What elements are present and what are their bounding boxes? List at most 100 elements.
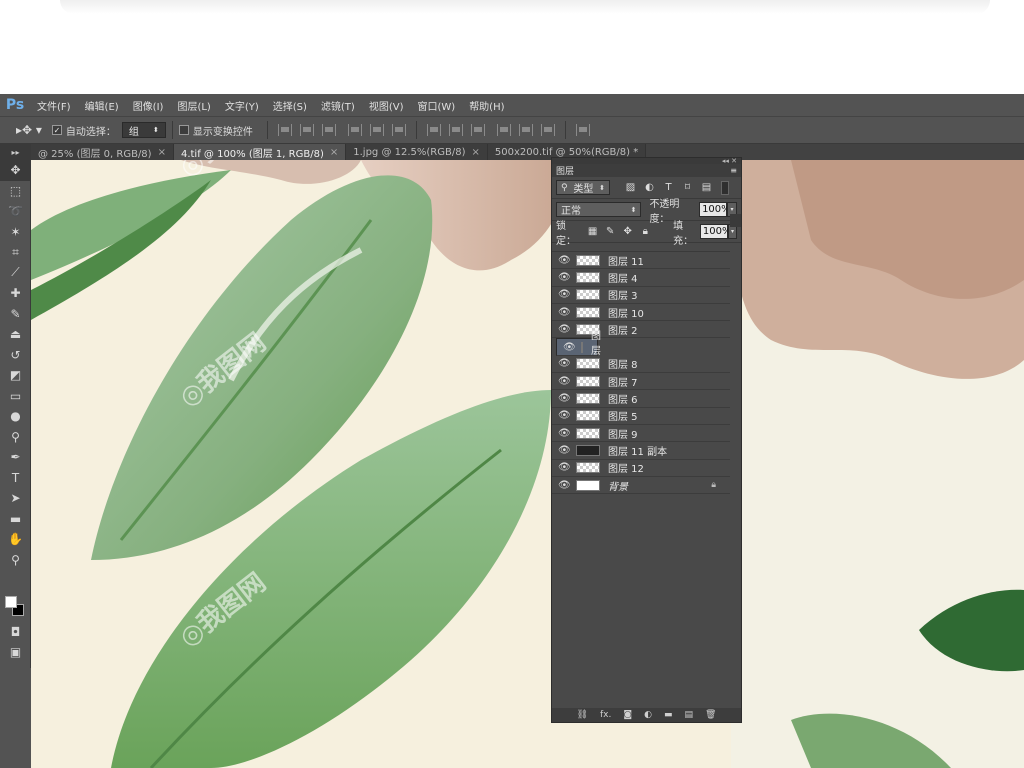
visibility-eye-icon[interactable]: 👁︎ [558,428,571,439]
visibility-eye-icon[interactable]: 👁︎ [558,462,571,473]
clone-stamp-tool-icon[interactable]: ⏏ [0,324,31,345]
align-hcenter-icon[interactable] [369,124,384,136]
visibility-eye-icon[interactable]: 👁︎ [558,358,571,369]
transform-controls-option[interactable]: 显示变换控件 [178,123,253,138]
layer-name[interactable]: 图层 3 [608,287,730,302]
distribute-left-icon[interactable] [496,124,511,136]
zoom-tool-icon[interactable]: ⚲ [0,550,31,571]
foreground-color-swatch[interactable] [5,596,17,608]
align-vcenter-icon[interactable] [299,124,314,136]
layer-row[interactable]: 👁︎ 背景 🔒︎ [552,477,730,495]
menu-select[interactable]: 选择(S) [266,98,314,113]
distribute-top-icon[interactable] [426,124,441,136]
menu-filter[interactable]: 滤镜(T) [314,98,362,113]
visibility-eye-icon[interactable]: 👁︎ [558,445,571,456]
opacity-input[interactable]: 100% [699,202,731,217]
align-right-icon[interactable] [391,124,406,136]
hand-tool-icon[interactable]: ✋ [0,529,31,550]
gradient-tool-icon[interactable]: ▭ [0,386,31,407]
layer-row[interactable]: 👁︎ 图层 4 [552,269,730,287]
layer-name[interactable]: 图层 10 [608,305,730,320]
dodge-tool-icon[interactable]: ⚲ [0,427,31,448]
panel-menu-icon[interactable]: ≡ [730,166,737,175]
eyedropper-tool-icon[interactable]: ⟋ [0,263,31,284]
close-icon[interactable]: × [330,147,338,158]
layer-name[interactable]: 图层 7 [608,374,730,389]
visibility-eye-icon[interactable]: 👁︎ [563,342,576,353]
blur-tool-icon[interactable]: ● [0,406,31,427]
eraser-tool-icon[interactable]: ◩ [0,365,31,386]
tab-document-2[interactable]: 4.tif @ 100% (图层 1, RGB/8) × [173,144,347,160]
layer-name[interactable]: 图层 8 [608,356,730,371]
lasso-tool-icon[interactable]: ➰ [0,201,31,222]
distribute-bottom-icon[interactable] [470,124,485,136]
lock-image-icon[interactable]: ✎ [604,226,616,237]
menu-image[interactable]: 图像(I) [126,98,171,113]
visibility-eye-icon[interactable]: 👁︎ [558,272,571,283]
visibility-eye-icon[interactable]: 👁︎ [558,289,571,300]
adjustment-filter-icon[interactable]: ◐ [643,182,656,193]
layer-name[interactable]: 背景 [608,478,711,493]
distribute-vcenter-icon[interactable] [448,124,463,136]
layer-row[interactable]: 👁︎ 图层 5 [552,408,730,425]
magic-wand-tool-icon[interactable]: ✶ [0,222,31,243]
auto-align-icon[interactable] [575,124,590,136]
transform-controls-checkbox[interactable] [178,125,189,135]
scrollbar[interactable] [730,214,741,227]
auto-select-option[interactable]: ✓ 自动选择： 组 ⬍ [51,122,166,138]
canvas[interactable]: ◎我图网 ◎我图网 ◎我图网 ◎我图网 ◎我图网 ◎我图网 [31,160,1024,768]
layer-name[interactable]: 图层 11 [608,253,730,268]
auto-select-dropdown[interactable]: 组 ⬍ [121,122,166,138]
visibility-eye-icon[interactable]: 👁︎ [558,393,571,404]
layer-name[interactable]: 图层 9 [608,426,730,441]
layer-row[interactable]: 👁︎ 图层 2 [552,321,730,339]
visibility-eye-icon[interactable]: 👁︎ [558,410,571,421]
layer-row[interactable]: 👁︎ 图层 9 [552,425,730,443]
healing-brush-tool-icon[interactable]: ✚ [0,283,31,304]
close-icon[interactable]: × [471,147,479,158]
link-icon[interactable]: ⛓ [577,710,588,720]
layer-row[interactable]: 👁︎ 图层 10 [552,304,730,322]
type-filter-icon[interactable]: T [662,182,675,193]
menu-view[interactable]: 视图(V) [362,98,411,113]
lock-all-icon[interactable]: 🔒︎ [640,226,652,237]
lock-transparent-icon[interactable]: ▦ [587,226,599,237]
adjustment-icon[interactable]: ◐ [644,710,652,720]
layer-name[interactable]: 图层 4 [608,270,730,285]
menu-help[interactable]: 帮助(H) [462,98,511,113]
fx-icon[interactable]: fx. [600,710,611,720]
menu-window[interactable]: 窗口(W) [410,98,462,113]
path-selection-tool-icon[interactable]: ➤ [0,488,31,509]
layer-name[interactable]: 图层 5 [608,408,730,423]
distribute-hcenter-icon[interactable] [518,124,533,136]
mask-icon[interactable]: ◙ [623,710,632,720]
brush-tool-icon[interactable]: ✎ [0,304,31,325]
screen-mode-icon[interactable]: ▣ [0,642,31,663]
visibility-eye-icon[interactable]: 👁︎ [558,324,571,335]
move-tool-icon[interactable]: ✥ [0,160,31,181]
layers-panel-title[interactable]: 图层 [556,164,574,177]
pen-tool-icon[interactable]: ✒ [0,447,31,468]
quick-mask-icon[interactable]: ◘ [0,622,31,643]
menu-edit[interactable]: 编辑(E) [78,98,126,113]
visibility-eye-icon[interactable]: 👁︎ [558,307,571,318]
folder-icon[interactable]: ▬ [664,710,673,720]
filter-kind-dropdown[interactable]: ⚲ 类型 ⬍ [556,180,610,195]
trash-icon[interactable]: 🗑︎ [705,710,716,720]
move-tool-preset-icon[interactable]: ▸✥ ▾ [16,123,42,137]
align-top-icon[interactable] [277,124,292,136]
layer-row[interactable]: 👁︎ 图层 6 [552,390,730,408]
tab-document-3[interactable]: 1.jpg @ 12.5%(RGB/8) × [346,144,488,160]
smart-object-filter-icon[interactable]: ▤ [700,182,713,193]
blend-mode-dropdown[interactable]: 正常 ⬍ [556,202,642,217]
align-bottom-icon[interactable] [321,124,336,136]
layer-row[interactable]: 👁︎ 图层 12 [552,460,730,477]
align-left-icon[interactable] [347,124,362,136]
type-tool-icon[interactable]: T [0,468,31,489]
layer-row[interactable]: 👁︎ 图层 3 [552,287,730,304]
crop-tool-icon[interactable]: ⌗ [0,242,31,263]
filter-toggle[interactable] [721,180,729,195]
panel-collapse-icon[interactable]: ▸▸ [0,144,31,160]
menu-layer[interactable]: 图层(L) [170,98,217,113]
layer-row[interactable]: 👁︎图层 1 [556,331,601,368]
